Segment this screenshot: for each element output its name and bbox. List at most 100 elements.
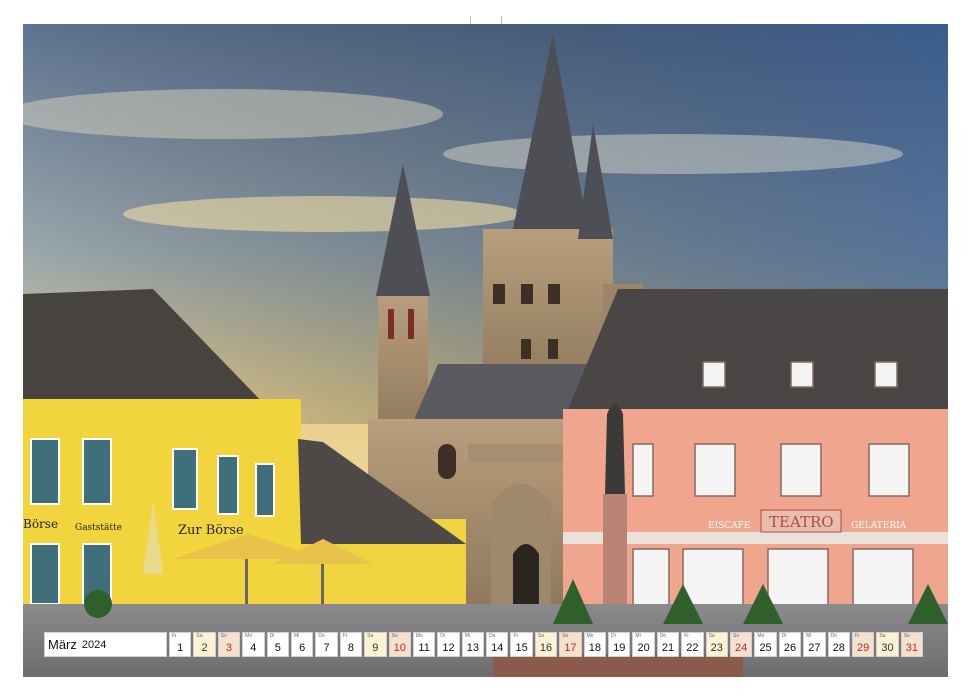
day-cell: So 24 [729,632,753,657]
weekday-label: Do [318,633,325,639]
weekday-label: Mo [586,633,594,639]
day-cell: Sa 23 [705,632,728,657]
day-cell: So 10 [388,632,411,657]
day-number: 16 [539,642,553,654]
day-cell: Sa 30 [876,632,899,657]
day-number: 8 [347,642,354,654]
day-cell: Do 14 [486,632,509,657]
weekday-label: Sa [367,633,374,639]
weekday-label: Sa [708,633,715,639]
weekday-label: Fr [684,633,689,639]
day-cell: So 3 [217,632,241,657]
month-name: März [48,637,77,652]
day-cell: Fr 8 [339,632,363,657]
day-cell: Sa 9 [364,632,387,657]
day-number: 31 [905,642,919,654]
day-number: 3 [225,642,233,654]
day-number: 24 [735,642,748,654]
day-cell: Di 12 [437,632,460,657]
day-number: 23 [710,642,723,654]
day-cell: Mi 27 [803,632,826,657]
day-number: 4 [250,642,257,654]
weekday-label: Mi [635,633,641,639]
town-square-illustration: Börse Gaststätte Zur Börse EISCAFE TEATR… [23,24,948,677]
day-cell: Sa 2 [193,632,216,657]
day-number: 17 [564,642,577,654]
day-cell: Mo 4 [242,632,265,657]
day-cell: Di 5 [266,632,289,657]
day-cell: Sa 16 [534,632,558,657]
day-number: 27 [808,642,821,654]
day-cell: Fr 15 [510,632,533,657]
day-number: 21 [661,642,675,654]
weekday-label: Mi [293,633,300,639]
weekday-label: So [391,633,398,639]
day-cell: Do 7 [315,632,338,657]
day-number: 18 [588,642,601,654]
day-number: 28 [832,642,845,654]
day-number: 6 [299,642,306,654]
weekday-label: Mi [464,633,470,639]
weekday-label: So [220,633,227,639]
weekday-label: Fr [342,633,348,639]
weekday-label: Fr [854,633,860,639]
day-number: 10 [393,642,406,654]
day-number: 13 [466,642,479,654]
day-number: 2 [201,642,208,654]
day-cell: Mo 11 [412,632,436,657]
day-cell: Mo 18 [583,632,607,657]
weekday-label: Mi [806,633,812,639]
weekday-label: Mo [245,633,253,639]
pink-house-roof [568,289,948,409]
day-cell: Di 19 [608,632,631,657]
weekday-label: Do [489,633,496,639]
day-number: 25 [759,642,772,654]
zur-boerse-sign: Zur Börse [178,523,244,538]
day-number: 15 [515,642,528,654]
weekday-label: Di [269,633,275,639]
day-number: 19 [613,642,626,654]
day-number: 12 [442,642,455,654]
day-number: 30 [881,642,894,654]
gelateria-sign: GELATERIA [851,521,907,531]
gaststaette-sign: Gaststätte [75,523,122,533]
weekday-label: Sa [537,633,544,639]
day-cell: Di 26 [778,632,802,657]
year-label: 2024 [81,638,107,651]
weekday-label: Di [440,633,446,639]
teatro-sign: TEATRO [769,513,834,531]
weekday-label: Do [659,633,667,639]
day-number: 5 [274,642,281,654]
month-label: März 2024 [44,632,167,657]
day-number: 29 [857,642,870,654]
weekday-label: Fr [513,633,519,639]
day-cell: Mi 13 [461,632,485,657]
weekday-label: Di [611,633,616,639]
weekday-label: Fr [172,633,177,639]
day-cell: Mi 6 [290,632,314,657]
boerse-edge-sign: Börse [23,517,58,531]
day-cells: Fr 1 Sa 2 So 3 Mo 4 Di 5 Mi 6 Do 7 Fr 8 Sa 9 So 10 Mo 11 Di 12 M… [169,632,924,657]
weekday-label: So [732,633,740,639]
day-number: 14 [491,642,504,654]
day-cell: Do 21 [656,632,680,657]
day-number: 9 [372,642,379,654]
weekday-label: Di [781,633,787,639]
day-number: 7 [323,642,330,654]
weekday-label: Mo [415,633,423,639]
weekday-label: Mo [757,633,765,639]
day-number: 20 [637,642,650,654]
eiscafe-sign: EISCAFE [708,521,751,531]
calendar-strip: März 2024 Fr 1 Sa 2 So 3 Mo 4 Di 5 Mi 6 Do 7 Fr 8 Sa 9 So 1… [44,632,924,657]
day-cell: Fr 29 [851,632,875,657]
weekday-label: Sa [196,633,203,639]
day-cell: Do 28 [827,632,850,657]
day-cell: Mo 25 [754,632,777,657]
weekday-label: So [903,633,910,639]
day-number: 11 [418,642,430,654]
day-number: 1 [177,642,184,654]
day-number: 22 [686,642,699,654]
weekday-label: So [562,633,569,639]
day-cell: So 17 [559,632,582,657]
calendar-photo: Börse Gaststätte Zur Börse EISCAFE TEATR… [23,24,948,677]
